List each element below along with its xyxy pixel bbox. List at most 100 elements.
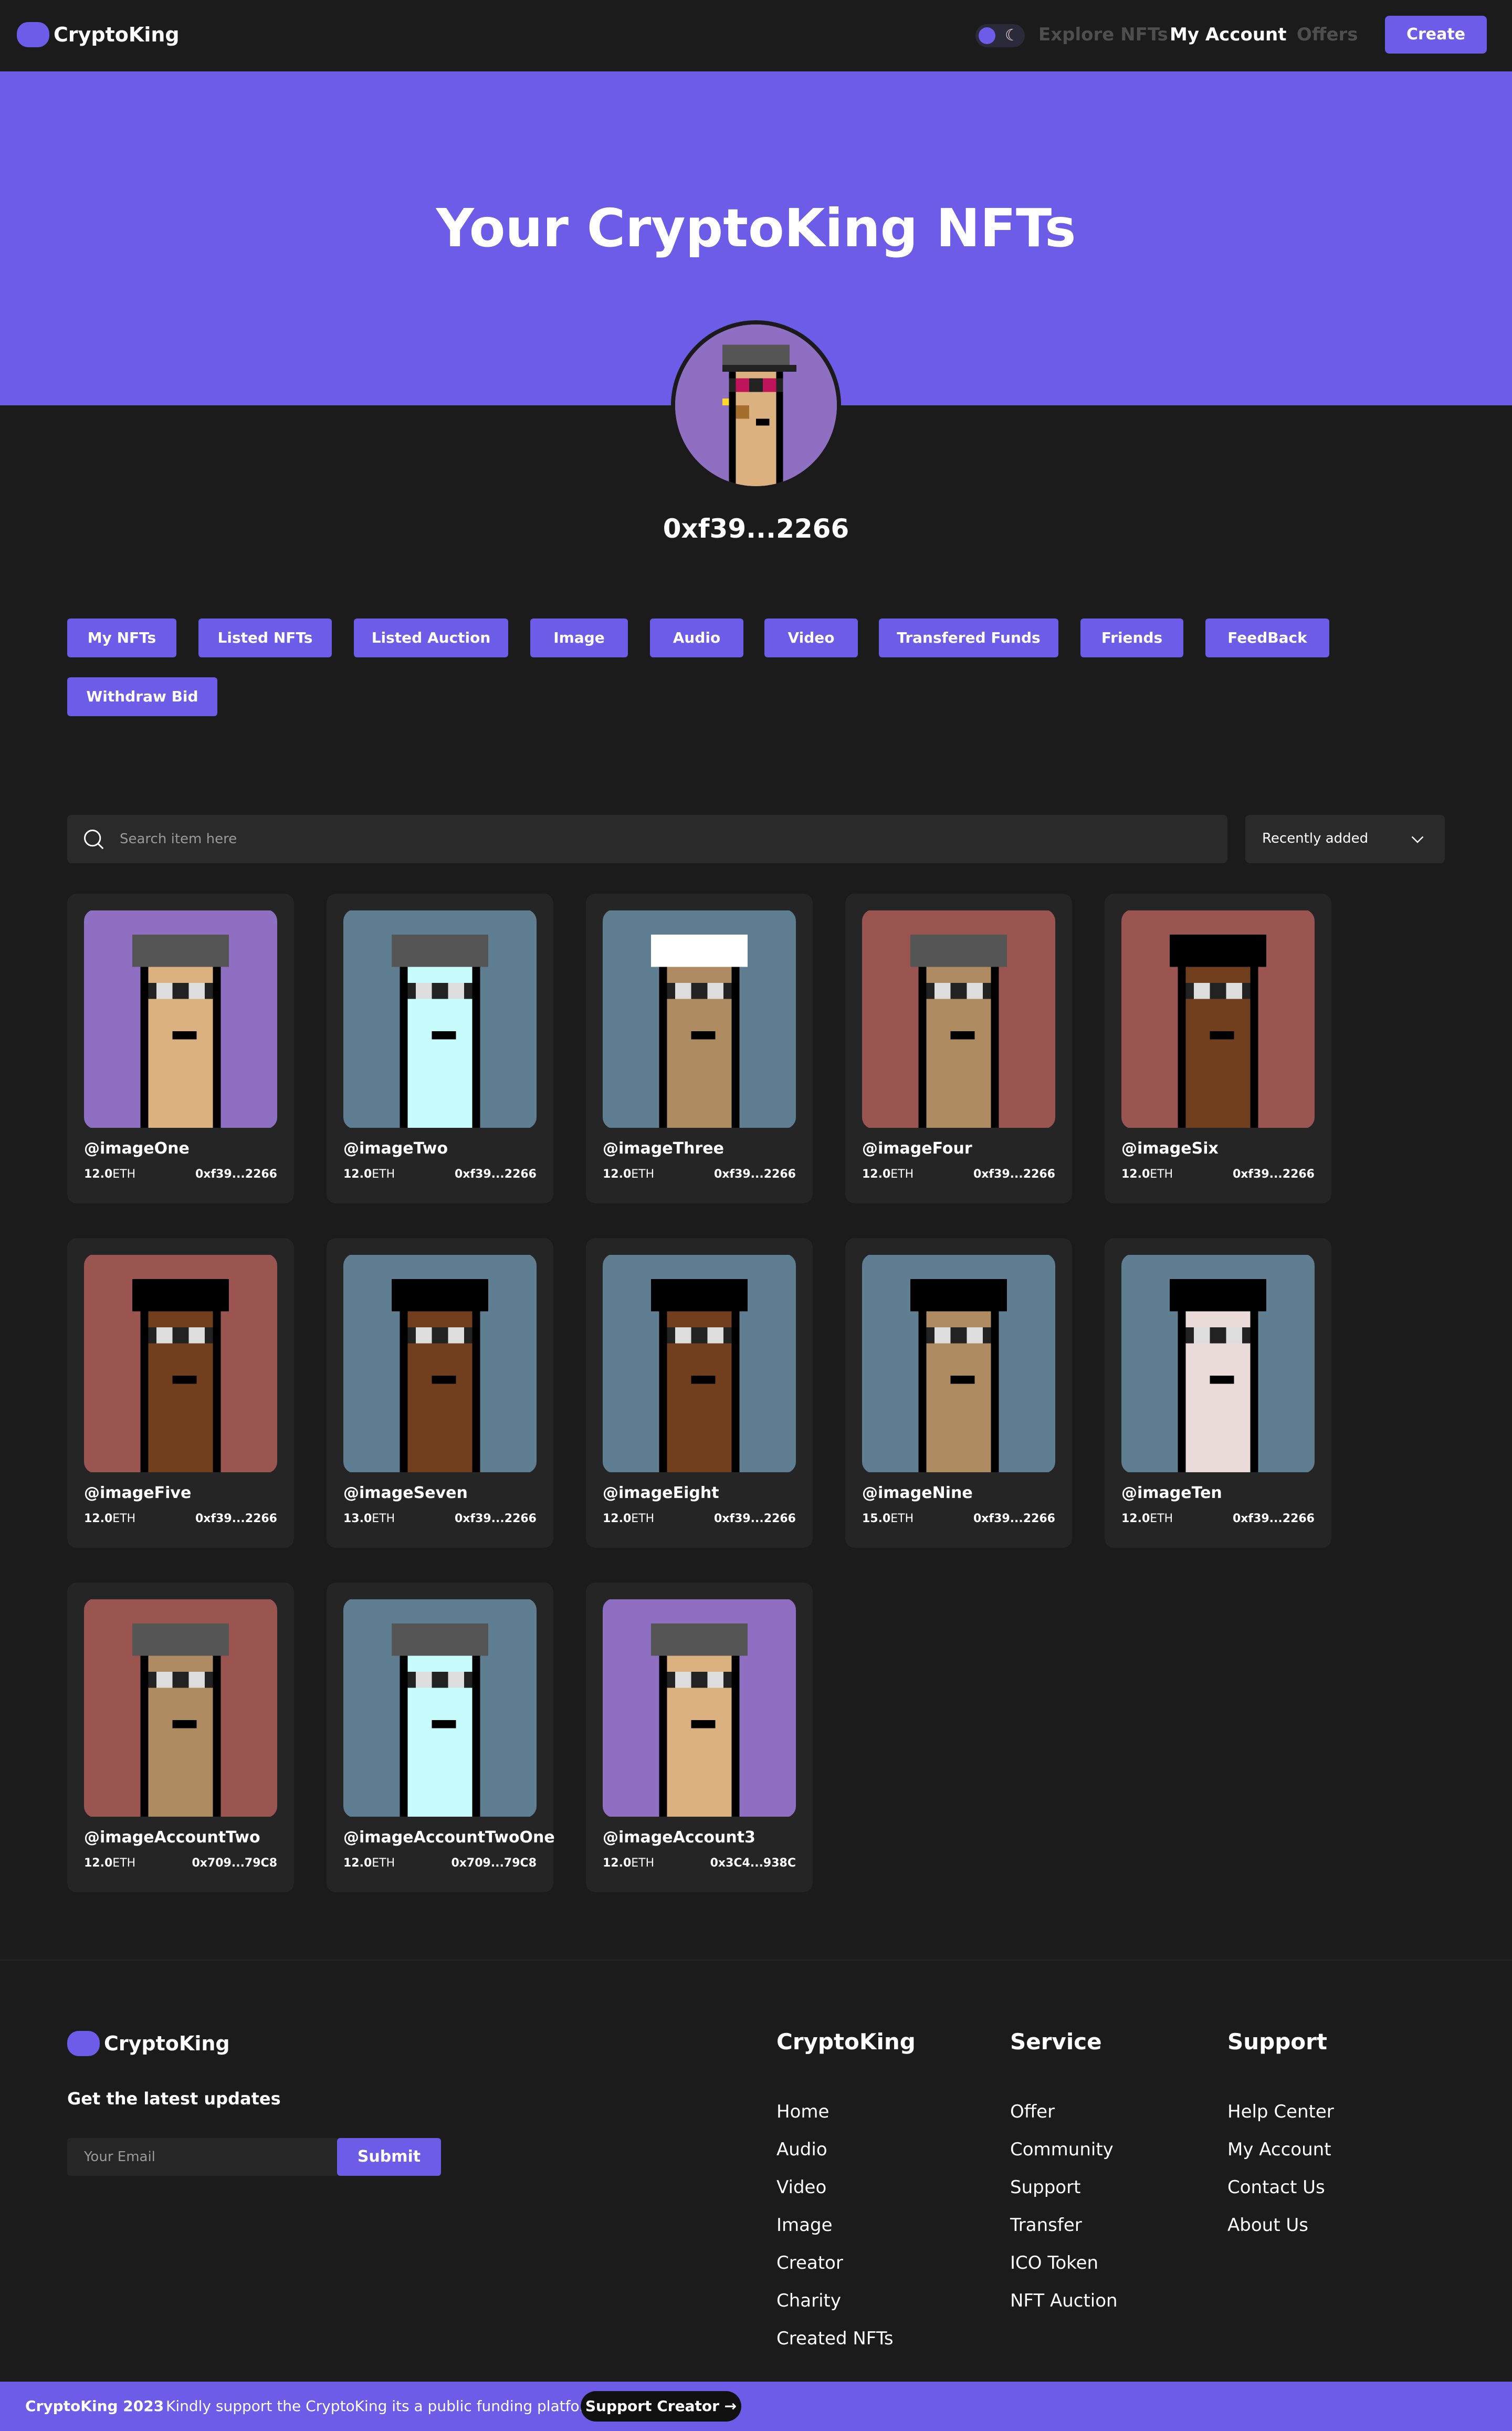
toggle-knob: [979, 27, 995, 44]
footer-link[interactable]: Video: [776, 2177, 826, 2198]
nft-name: @imageAccountTwo: [84, 1828, 260, 1847]
nft-price-unit: ETH: [890, 1512, 914, 1525]
nft-card[interactable]: @imageThree 12.0ETH 0xf39...2266: [586, 894, 813, 1203]
nft-image[interactable]: [862, 909, 1055, 1129]
nft-card[interactable]: @imageOne 12.0ETH 0xf39...2266: [67, 894, 294, 1203]
nft-image[interactable]: [862, 1254, 1055, 1473]
nft-name: @imageTen: [1121, 1484, 1222, 1502]
nft-price-value: 12.0: [343, 1168, 372, 1181]
footer-logo-text[interactable]: CryptoKing: [104, 2032, 230, 2055]
footer-link[interactable]: ICO Token: [1010, 2252, 1098, 2273]
tab-listed-nfts[interactable]: Listed NFTs: [198, 619, 332, 657]
nav-my-account[interactable]: My Account: [1170, 24, 1286, 45]
nft-image[interactable]: [343, 909, 537, 1129]
footer-link[interactable]: Transfer: [1010, 2215, 1082, 2236]
nft-price-value: 12.0: [84, 1857, 113, 1870]
nft-owner: 0xf39...2266: [973, 1168, 1055, 1181]
nft-image[interactable]: [1121, 909, 1315, 1129]
nav-offers[interactable]: Offers: [1297, 24, 1358, 45]
footer-link[interactable]: Charity: [776, 2290, 841, 2311]
nft-card[interactable]: @imageSix 12.0ETH 0xf39...2266: [1105, 894, 1331, 1203]
create-button[interactable]: Create: [1385, 16, 1487, 54]
nft-card[interactable]: @imageFive 12.0ETH 0xf39...2266: [67, 1238, 294, 1548]
footer-column-title: Support: [1227, 2029, 1327, 2055]
nft-price-unit: ETH: [631, 1512, 655, 1525]
nft-price-unit: ETH: [372, 1168, 395, 1181]
nft-card[interactable]: @imageTwo 12.0ETH 0xf39...2266: [327, 894, 553, 1203]
footer-column-title: Service: [1010, 2029, 1102, 2055]
nft-price-unit: ETH: [372, 1512, 395, 1525]
search-input[interactable]: [120, 824, 1212, 854]
submit-button[interactable]: Submit: [337, 2138, 441, 2176]
nft-price: 12.0ETH: [343, 1168, 395, 1181]
nft-image[interactable]: [84, 1254, 277, 1473]
theme-toggle[interactable]: ☾: [975, 24, 1025, 47]
sort-dropdown[interactable]: Recently added: [1245, 815, 1445, 863]
footer-link[interactable]: Support: [1010, 2177, 1080, 2198]
nft-image[interactable]: [84, 1598, 277, 1818]
logo-icon[interactable]: [17, 22, 49, 47]
footer-link[interactable]: Contact Us: [1227, 2177, 1325, 2198]
footer-link[interactable]: Community: [1010, 2139, 1114, 2160]
nft-name: @imageSeven: [343, 1484, 468, 1502]
nft-price-value: 12.0: [603, 1857, 632, 1870]
footer-link[interactable]: NFT Auction: [1010, 2290, 1118, 2311]
footer-link[interactable]: Audio: [776, 2139, 827, 2160]
tab-audio[interactable]: Audio: [650, 619, 743, 657]
footer-link[interactable]: Creator: [776, 2252, 843, 2273]
avatar-image: [675, 324, 837, 486]
nft-price: 12.0ETH: [603, 1512, 654, 1525]
tab-friends[interactable]: Friends: [1080, 619, 1183, 657]
nft-image[interactable]: [603, 1598, 796, 1818]
footer-link[interactable]: Home: [776, 2101, 829, 2122]
nft-image[interactable]: [343, 1598, 537, 1818]
nft-image[interactable]: [84, 909, 277, 1129]
footer-divider: [0, 1960, 1512, 1961]
footer-link[interactable]: About Us: [1227, 2215, 1308, 2236]
nft-price-unit: ETH: [112, 1512, 136, 1525]
nft-image[interactable]: [603, 1254, 796, 1473]
nft-price: 12.0ETH: [343, 1857, 395, 1870]
footer-link[interactable]: Offer: [1010, 2101, 1055, 2122]
nft-card[interactable]: @imageAccountTwoOne 12.0ETH 0x709...79C8: [327, 1583, 555, 1892]
tab-my-nfts[interactable]: My NFTs: [67, 619, 176, 657]
nft-owner: 0x709...79C8: [192, 1857, 277, 1870]
nft-price: 13.0ETH: [343, 1512, 395, 1525]
nft-card[interactable]: @imageAccount3 12.0ETH 0x3C4...938C: [586, 1583, 813, 1892]
footer-link[interactable]: My Account: [1227, 2139, 1331, 2160]
footer-link[interactable]: Help Center: [1227, 2101, 1334, 2122]
nft-price-unit: ETH: [631, 1168, 655, 1181]
footer-logo-icon[interactable]: [67, 2031, 100, 2056]
footer-link[interactable]: Image: [776, 2215, 832, 2236]
tab-withdraw-bid[interactable]: Withdraw Bid: [67, 677, 217, 716]
nft-image[interactable]: [603, 909, 796, 1129]
nft-price-unit: ETH: [1150, 1512, 1173, 1525]
footer-link[interactable]: Created NFTs: [776, 2328, 894, 2349]
tab-listed-auction[interactable]: Listed Auction: [354, 619, 508, 657]
nft-price-value: 12.0: [603, 1512, 632, 1525]
email-field[interactable]: [67, 2138, 337, 2176]
nft-image[interactable]: [1121, 1254, 1315, 1473]
nft-name: @imageNine: [862, 1484, 973, 1502]
nav-explore-nfts[interactable]: Explore NFTs: [1038, 24, 1168, 45]
copyright-text: CryptoKing 2023: [25, 2397, 164, 2415]
tab-image[interactable]: Image: [530, 619, 628, 657]
tab-transfered-funds[interactable]: Transfered Funds: [879, 619, 1058, 657]
nft-card[interactable]: @imageNine 15.0ETH 0xf39...2266: [845, 1238, 1072, 1548]
nft-price: 12.0ETH: [84, 1857, 135, 1870]
nft-name: @imageAccount3: [603, 1828, 755, 1847]
nft-price-unit: ETH: [112, 1168, 136, 1181]
nft-owner: 0x3C4...938C: [710, 1857, 796, 1870]
nft-name: @imageThree: [603, 1139, 724, 1158]
nft-image[interactable]: [343, 1254, 537, 1473]
nft-card[interactable]: @imageEight 12.0ETH 0xf39...2266: [586, 1238, 813, 1548]
nft-card[interactable]: @imageAccountTwo 12.0ETH 0x709...79C8: [67, 1583, 294, 1892]
nft-price-value: 12.0: [603, 1168, 632, 1181]
tab-feedback[interactable]: FeedBack: [1205, 619, 1329, 657]
nft-card[interactable]: @imageTen 12.0ETH 0xf39...2266: [1105, 1238, 1331, 1548]
tab-video[interactable]: Video: [764, 619, 858, 657]
logo-text[interactable]: CryptoKing: [54, 23, 180, 46]
nft-card[interactable]: @imageSeven 13.0ETH 0xf39...2266: [327, 1238, 553, 1548]
support-creator-button[interactable]: Support Creator →: [581, 2391, 741, 2422]
nft-card[interactable]: @imageFour 12.0ETH 0xf39...2266: [845, 894, 1072, 1203]
